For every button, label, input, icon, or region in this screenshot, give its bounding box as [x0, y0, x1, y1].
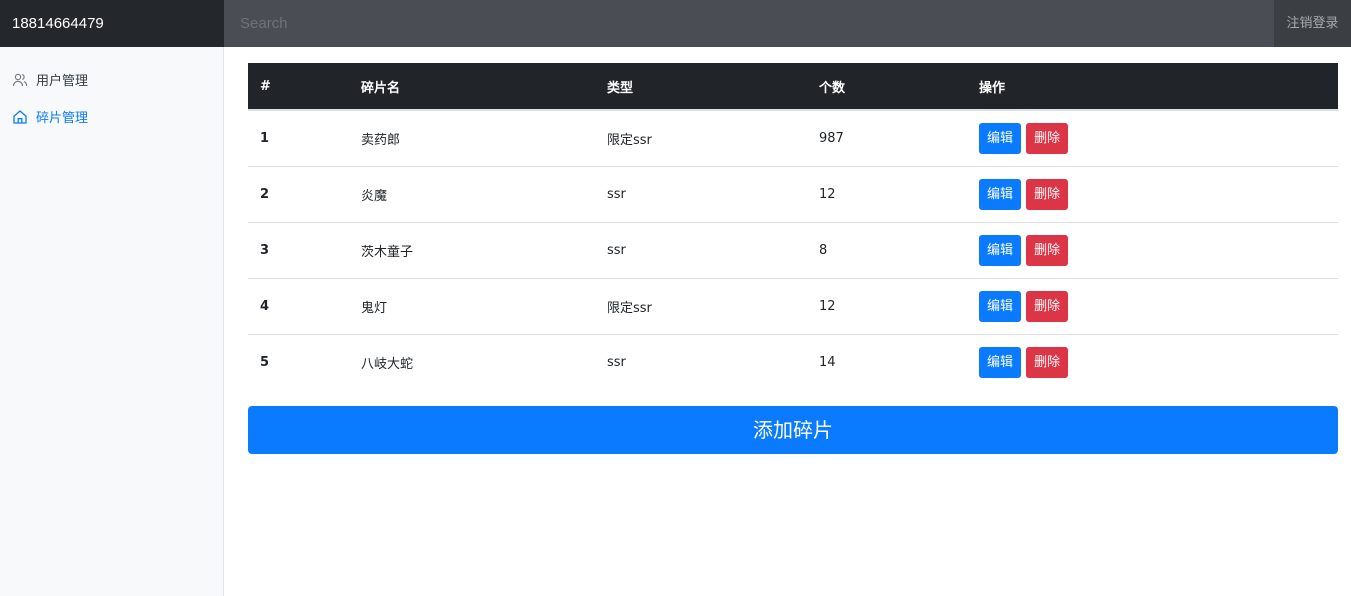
users-icon: [12, 72, 28, 88]
fragments-table: # 碎片名 类型 个数 操作 1 卖药郎 限定ssr 987 编辑 删除 2 炎…: [248, 63, 1338, 390]
table-row: 5 八岐大蛇 ssr 14 编辑 删除: [248, 334, 1338, 390]
row-index: 3: [260, 242, 270, 258]
row-count: 12: [819, 186, 836, 202]
table-row: 4 鬼灯 限定ssr 12 编辑 删除: [248, 278, 1338, 334]
row-index: 1: [260, 130, 270, 146]
row-type: 限定ssr: [607, 300, 652, 316]
row-actions: 编辑 删除: [967, 222, 1338, 278]
username-brand[interactable]: 18814664479: [0, 0, 224, 47]
table-row: 2 炎魔 ssr 12 编辑 删除: [248, 166, 1338, 222]
sidebar: 用户管理 碎片管理: [0, 47, 224, 596]
row-actions: 编辑 删除: [967, 334, 1338, 390]
row-index: 2: [260, 186, 270, 202]
row-type: 限定ssr: [607, 132, 652, 148]
row-count: 14: [819, 354, 836, 370]
row-count: 8: [819, 242, 828, 258]
home-icon: [12, 109, 28, 125]
edit-button[interactable]: 编辑: [979, 122, 1022, 154]
table-header-row: # 碎片名 类型 个数 操作: [248, 63, 1338, 110]
delete-button[interactable]: 删除: [1026, 234, 1069, 266]
row-count: 987: [819, 130, 844, 146]
row-index: 4: [260, 298, 270, 314]
row-name: 卖药郎: [361, 132, 401, 148]
sidebar-item-fragments[interactable]: 碎片管理: [0, 98, 223, 135]
row-type: ssr: [607, 354, 626, 370]
row-name: 八岐大蛇: [361, 356, 414, 372]
row-actions: 编辑 删除: [967, 166, 1338, 222]
search-input[interactable]: [224, 0, 1274, 47]
row-actions: 编辑 删除: [967, 278, 1338, 334]
column-header-index: #: [260, 78, 271, 94]
row-actions: 编辑 删除: [967, 110, 1338, 166]
edit-button[interactable]: 编辑: [979, 234, 1022, 266]
main-content: # 碎片名 类型 个数 操作 1 卖药郎 限定ssr 987 编辑 删除 2 炎…: [248, 63, 1338, 454]
column-header-type: 类型: [607, 80, 634, 96]
table-row: 3 茨木童子 ssr 8 编辑 删除: [248, 222, 1338, 278]
edit-button[interactable]: 编辑: [979, 290, 1022, 322]
logout-link[interactable]: 注销登录: [1274, 0, 1351, 47]
delete-button[interactable]: 删除: [1026, 122, 1069, 154]
table-row: 1 卖药郎 限定ssr 987 编辑 删除: [248, 110, 1338, 166]
row-count: 12: [819, 298, 836, 314]
delete-button[interactable]: 删除: [1026, 178, 1069, 210]
row-type: ssr: [607, 186, 626, 202]
delete-button[interactable]: 删除: [1026, 346, 1069, 378]
edit-button[interactable]: 编辑: [979, 178, 1022, 210]
row-name: 茨木童子: [361, 244, 414, 260]
sidebar-item-label: 碎片管理: [36, 111, 89, 126]
row-type: ssr: [607, 242, 626, 258]
sidebar-item-users[interactable]: 用户管理: [0, 61, 223, 98]
delete-button[interactable]: 删除: [1026, 290, 1069, 322]
top-navbar: 18814664479 注销登录: [0, 0, 1351, 47]
column-header-actions: 操作: [979, 80, 1006, 96]
row-name: 鬼灯: [361, 300, 388, 316]
row-name: 炎魔: [361, 188, 388, 204]
column-header-count: 个数: [819, 80, 846, 96]
sidebar-item-label: 用户管理: [36, 74, 89, 89]
edit-button[interactable]: 编辑: [979, 346, 1022, 378]
column-header-name: 碎片名: [361, 80, 401, 96]
row-index: 5: [260, 354, 270, 370]
add-fragment-button[interactable]: 添加碎片: [248, 406, 1338, 454]
